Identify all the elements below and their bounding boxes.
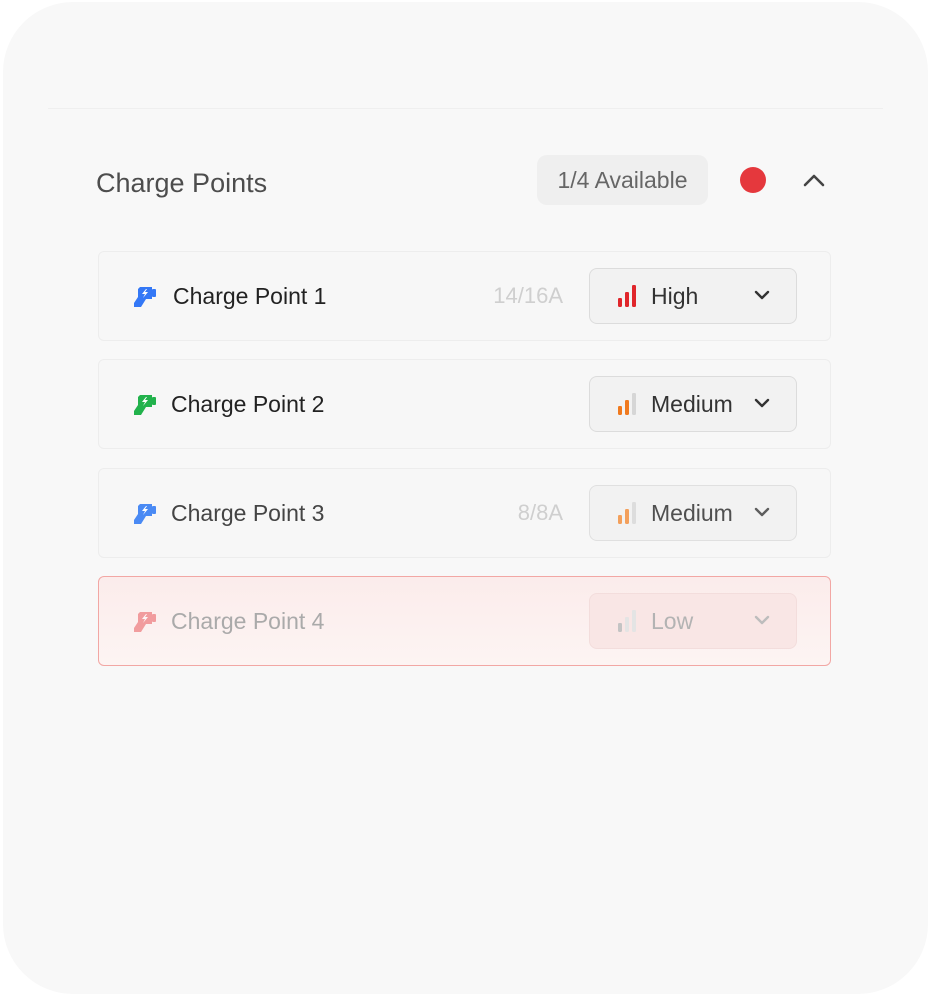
- charge-point-row[interactable]: Charge Point 3 8/8A Medium: [98, 468, 831, 558]
- section-title: Charge Points: [96, 168, 268, 198]
- signal-strength-icon: [618, 502, 636, 524]
- chevron-up-icon: [803, 174, 825, 187]
- priority-select[interactable]: High: [589, 268, 797, 324]
- charge-point-row[interactable]: Charge Point 4 Low: [98, 576, 831, 666]
- status-indicator-dot: [740, 167, 766, 193]
- ev-plug-icon: [134, 612, 156, 632]
- priority-select[interactable]: Medium: [589, 485, 797, 541]
- priority-label: Medium: [651, 391, 733, 417]
- charge-points-card: Charge Points 1/4 Available Charge Point…: [3, 2, 928, 994]
- chevron-down-icon: [754, 507, 770, 517]
- availability-badge: 1/4 Available: [537, 155, 708, 205]
- charge-point-name: Charge Point 3: [171, 500, 325, 526]
- priority-label: Medium: [651, 500, 733, 526]
- priority-select[interactable]: Medium: [589, 376, 797, 432]
- priority-label: High: [651, 283, 699, 309]
- collapse-button[interactable]: [800, 166, 828, 194]
- ev-plug-icon: [134, 287, 156, 307]
- signal-strength-icon: [618, 393, 636, 415]
- chevron-down-icon: [754, 615, 770, 625]
- current-reading: 8/8A: [517, 500, 563, 525]
- charge-point-name: Charge Point 2: [171, 391, 325, 417]
- charge-point-row[interactable]: Charge Point 2 Medium: [98, 359, 831, 449]
- charge-point-name: Charge Point 1: [173, 283, 327, 309]
- signal-strength-icon: [618, 610, 636, 632]
- priority-label: Low: [651, 608, 694, 634]
- charge-point-row[interactable]: Charge Point 1 14/16A High: [98, 251, 831, 341]
- top-divider: [48, 108, 883, 109]
- chevron-down-icon: [754, 398, 770, 408]
- priority-select[interactable]: Low: [589, 593, 797, 649]
- current-reading: 14/16A: [493, 283, 563, 308]
- charge-point-name: Charge Point 4: [171, 608, 325, 634]
- ev-plug-icon: [134, 395, 156, 415]
- chevron-down-icon: [754, 290, 770, 300]
- signal-strength-icon: [618, 285, 636, 307]
- ev-plug-icon: [134, 504, 156, 524]
